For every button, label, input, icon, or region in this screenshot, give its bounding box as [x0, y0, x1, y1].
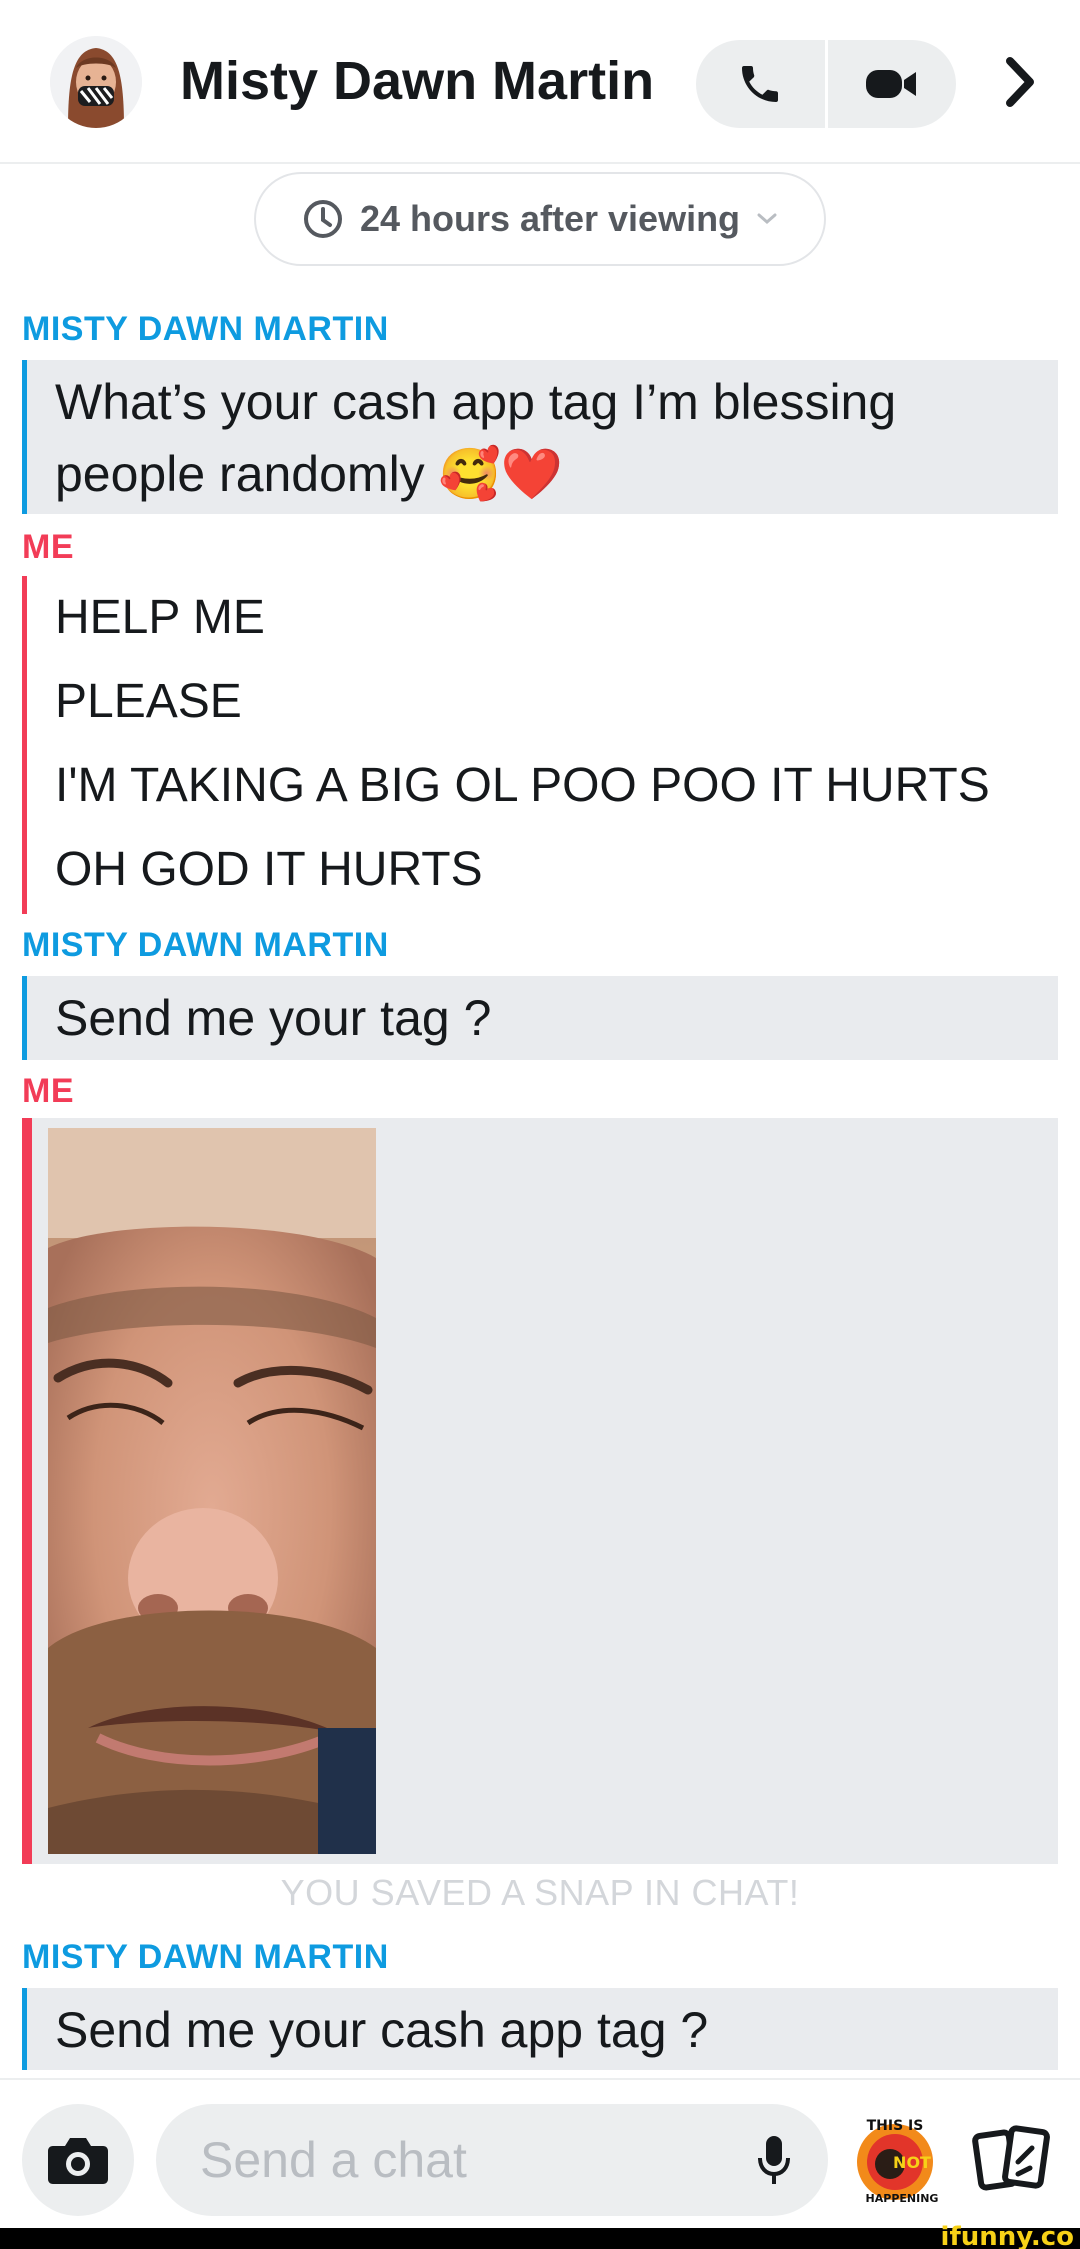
- message-bubble[interactable]: What’s your cash app tag I’m blessing pe…: [22, 360, 1058, 514]
- snap-photo[interactable]: [48, 1128, 376, 1854]
- message-bubble[interactable]: Send me your tag ?: [22, 976, 1058, 1060]
- message-bubble[interactable]: Send me your cash app tag ?: [22, 1988, 1058, 2070]
- chat-title[interactable]: Misty Dawn Martin: [180, 50, 654, 112]
- watermark-bar: [0, 2228, 1080, 2249]
- cards-button[interactable]: [972, 2120, 1052, 2200]
- sticker-text: HAPPENING: [866, 2192, 939, 2205]
- voice-call-button[interactable]: [696, 40, 825, 128]
- message-text: What’s your cash app tag I’m blessing: [55, 374, 897, 430]
- chevron-right-icon[interactable]: [990, 52, 1050, 112]
- sender-label-me: ME: [22, 528, 74, 566]
- chevron-down-icon: [757, 213, 777, 224]
- chat-input[interactable]: [156, 2104, 828, 2216]
- sticker-text: NOT: [893, 2153, 931, 2172]
- call-button-group: [696, 40, 956, 128]
- message-group: HELP ME PLEASE I'M TAKING A BIG OL POO P…: [22, 576, 1058, 914]
- message-text[interactable]: OH GOD IT HURTS: [27, 828, 1058, 912]
- camera-icon: [48, 2138, 108, 2184]
- message-text[interactable]: HELP ME: [27, 576, 1058, 660]
- video-call-button[interactable]: [828, 40, 957, 128]
- camera-button[interactable]: [22, 2104, 134, 2216]
- microphone-icon: [758, 2136, 790, 2184]
- video-camera-icon: [865, 70, 916, 98]
- saved-snap-notice: YOU SAVED A SNAP IN CHAT!: [280, 1872, 800, 1913]
- message-text: people randomly 🥰❤️: [55, 446, 564, 502]
- retention-setting-button[interactable]: 24 hours after viewing: [254, 172, 826, 266]
- microphone-button[interactable]: [744, 2130, 804, 2190]
- phone-icon: [742, 66, 779, 102]
- watermark-text: ifunny.co: [940, 2222, 1074, 2249]
- sticker-button[interactable]: THIS IS NOT HAPPENING: [850, 2110, 940, 2210]
- sender-label-friend: MISTY DAWN MARTIN: [22, 1938, 389, 1976]
- bitmoji-avatar-icon[interactable]: [50, 36, 142, 128]
- sender-label-friend: MISTY DAWN MARTIN: [22, 926, 389, 964]
- message-text[interactable]: PLEASE: [27, 660, 1058, 744]
- message-text[interactable]: I'M TAKING A BIG OL POO POO IT HURTS: [27, 744, 1058, 828]
- chat-header: Misty Dawn Martin: [0, 0, 1080, 164]
- message-text: Send me your tag ?: [55, 990, 492, 1046]
- sender-label-me: ME: [22, 1072, 74, 1110]
- sender-label-friend: MISTY DAWN MARTIN: [22, 310, 389, 348]
- sticker-text: THIS IS: [867, 2118, 924, 2134]
- saved-snap-message[interactable]: [22, 1118, 1058, 1864]
- chat-composer: THIS IS NOT HAPPENING: [0, 2078, 1080, 2228]
- message-text: Send me your cash app tag ?: [55, 2002, 709, 2058]
- retention-label: 24 hours after viewing: [359, 198, 741, 239]
- cards-icon: [972, 2125, 1050, 2191]
- clock-icon: [303, 200, 342, 238]
